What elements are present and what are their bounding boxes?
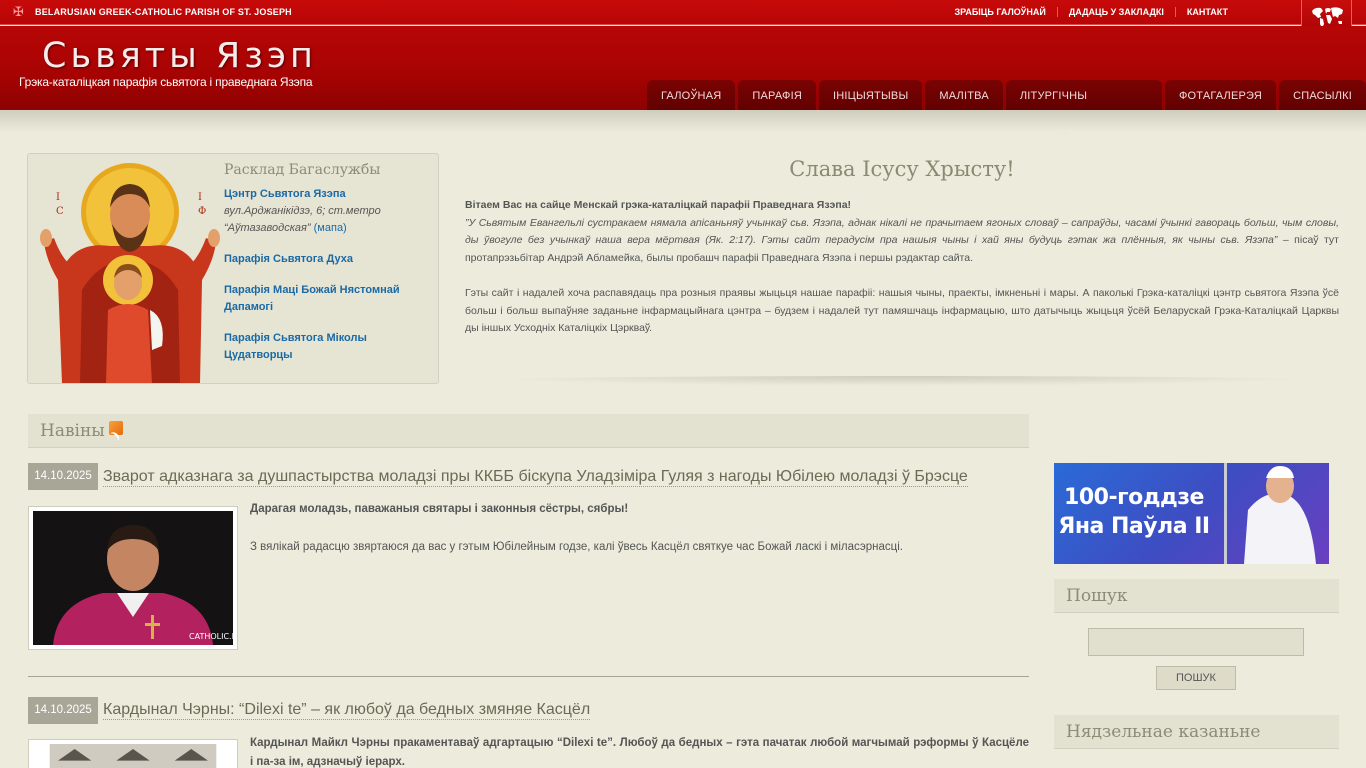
news-lead: Дарагая моладзь, паважаныя святары і зак… [250, 503, 629, 515]
welcome-text: Вітаем Вас на сайце Менскай грэка-каталі… [465, 199, 852, 211]
search-heading-bar: Пошук [1054, 579, 1339, 613]
site-subtitle: Грэка-каталіцкая парафія сьвятога і прав… [19, 75, 313, 89]
news-body: З вялікай радасцю звяртаюся да вас у гэт… [250, 541, 903, 553]
saint-joseph-icon-image: І С І Ф [40, 160, 220, 383]
schedule-item-perpetual-help: Парафія Маці Божай Нястомнай Дапамогі [224, 282, 424, 316]
schedule-link-center[interactable]: Цэнтр Сьвятога Язэпа [224, 186, 424, 203]
intro-paragraph-2: Гэты сайт і надалей хоча распавядаць пра… [465, 287, 1339, 334]
nav-links[interactable]: СПАСЫЛКІ [1279, 80, 1366, 110]
site-header: Сьвяты Язэп Грэка-каталіцкая парафія сьв… [0, 26, 1366, 134]
schedule-item-holy-spirit: Парафія Сьвятога Духа [224, 251, 424, 268]
pope-figure-image [1224, 463, 1316, 564]
svg-text:Ф: Ф [198, 206, 206, 217]
svg-text:І: І [56, 192, 60, 203]
schedule-item-st-nicholas: Парафія Сьвятога Міколы Цудатворцы [224, 330, 424, 364]
photo-watermark: CATHOLIC.BY [189, 632, 233, 641]
banner-line-1: 100-годдзе [1064, 485, 1204, 510]
news-divider [28, 676, 1029, 677]
sunday-sermon-heading: Нядзельнае казаньне [1066, 722, 1261, 742]
news-date: 14.10.2025 [28, 697, 98, 724]
search-heading: Пошук [1066, 586, 1128, 606]
nav-prayer[interactable]: МАЛІТВА [925, 80, 1003, 110]
news-heading: Навіны [40, 421, 105, 441]
banner-text: 100-годдзе Яна Паўла II [1054, 483, 1214, 541]
nav-initiatives[interactable]: ІНІЦЫЯТЫВЫ [818, 80, 923, 110]
cardinal-photo [49, 744, 217, 768]
schedule-title: Расклад Багаслужбы [224, 162, 381, 178]
top-bar: ✠ BELARUSIAN GREEK-CATHOLIC PARISH OF ST… [0, 0, 1366, 25]
search-button[interactable]: ПОШУК [1156, 666, 1236, 690]
news-heading-bar: Навіны [28, 414, 1029, 448]
main-nav: ГАЛОЎНАЯ ПАРАФІЯ ІНІЦЫЯТЫВЫ МАЛІТВА ЛІТУ… [647, 80, 1366, 134]
nav-liturgical-calendar[interactable]: ЛІТУРГІЧНЫ КАЛЯНДАР [1005, 80, 1162, 134]
schedule-link-holy-spirit[interactable]: Парафія Сьвятога Духа [224, 251, 424, 268]
svg-text:С: С [56, 206, 64, 217]
intro-divider [465, 376, 1339, 386]
contact-link[interactable]: КАНТАКТ [1174, 7, 1239, 17]
schedule-link-st-nicholas[interactable]: Парафія Сьвятога Міколы Цудатворцы [224, 330, 424, 364]
map-link[interactable]: (мапа) [314, 222, 347, 234]
top-links: ЗРАБІЦЬ ГАЛОЎНАЙ ДАДАЦЬ У ЗАКЛАДКІ КАНТА… [943, 7, 1239, 17]
news-date: 14.10.2025 [28, 463, 98, 490]
greeting-heading: Слава Ісусу Хрысту! [789, 157, 1015, 181]
svg-text:І: І [198, 192, 202, 203]
schedule-link-perpetual-help[interactable]: Парафія Маці Божай Нястомнай Дапамогі [224, 282, 424, 316]
nav-photo-gallery[interactable]: ФОТАГАЛЕРЭЯ [1164, 80, 1277, 110]
search-input[interactable] [1088, 628, 1304, 656]
news-title-link[interactable]: Кардынал Чэрны: “Dilexi te” – як любоў д… [103, 700, 591, 720]
news-title-link[interactable]: Зварот адказнага за душпастырства моладз… [103, 467, 968, 487]
bishop-photo: CATHOLIC.BY [33, 511, 242, 645]
news-thumbnail[interactable] [28, 739, 238, 768]
cross-icon: ✠ [13, 4, 24, 19]
news-excerpt: Дарагая моладзь, паважаныя святары і зак… [250, 500, 1029, 557]
news-excerpt: Кардынал Майкл Чэрны пракаментаваў адгар… [250, 734, 1029, 768]
news-lead: Кардынал Майкл Чэрны пракаментаваў адгар… [250, 737, 1029, 768]
intro-quote: ”У Сьвятым Евангельлі сустракаем нямала … [465, 216, 1339, 247]
rss-icon[interactable] [108, 421, 123, 435]
nav-home[interactable]: ГАЛОЎНАЯ [647, 80, 736, 110]
site-title[interactable]: Сьвяты Язэп [42, 36, 317, 76]
schedule-address: вул.Арджанікідзэ, 6; ст.метро “Аўтазавод… [224, 205, 381, 234]
site-name-en: BELARUSIAN GREEK-CATHOLIC PARISH OF ST. … [35, 7, 292, 17]
banner-line-2: Яна Паўла II [1058, 514, 1210, 539]
make-homepage-link[interactable]: ЗРАБІЦЬ ГАЛОЎНАЙ [943, 7, 1056, 17]
sunday-sermon-heading-bar: Нядзельнае казаньне [1054, 715, 1339, 749]
news-thumbnail[interactable]: CATHOLIC.BY [28, 506, 242, 650]
schedule-box: І С І Ф Расклад Багаслужбы Цэнтр Сьвятог… [27, 153, 439, 384]
intro-text: Вітаем Вас на сайце Менскай грэка-каталі… [465, 197, 1339, 356]
nav-parish[interactable]: ПАРАФІЯ [738, 80, 816, 110]
add-bookmark-link[interactable]: ДАДАЦЬ У ЗАКЛАДКІ [1056, 7, 1175, 17]
schedule-item-center: Цэнтр Сьвятога Язэпа вул.Арджанікідзэ, 6… [224, 186, 424, 237]
john-paul-ii-banner[interactable]: 100-годдзе Яна Паўла II [1054, 463, 1329, 564]
header-shadow [0, 110, 1366, 132]
